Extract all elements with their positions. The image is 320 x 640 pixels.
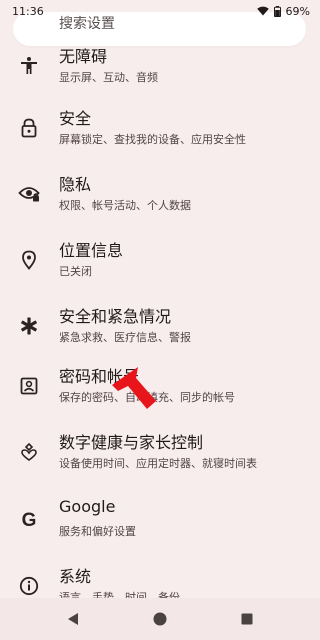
location-pin-icon (18, 249, 40, 271)
settings-item-security[interactable]: 安全 屏幕锁定、查找我的设备、应用安全性 (0, 98, 320, 158)
privacy-eye-icon (18, 183, 40, 205)
item-subtitle: 屏幕锁定、查找我的设备、应用安全性 (59, 133, 246, 146)
settings-item-digital-wellbeing[interactable]: 数字健康与家长控制 设备使用时间、应用定时器、就寝时间表 (0, 422, 320, 482)
item-title: 位置信息 (59, 241, 124, 260)
home-circle-icon[interactable] (151, 610, 169, 628)
settings-item-privacy[interactable]: 隐私 权限、帐号活动、个人数据 (0, 164, 320, 224)
item-title: 隐私 (59, 175, 92, 194)
item-subtitle: 设备使用时间、应用定时器、就寝时间表 (59, 457, 257, 470)
item-subtitle: 服务和偏好设置 (59, 525, 136, 538)
settings-item-safety-emergency[interactable]: 安全和紧急情况 紧急求救、医疗信息、警报 (0, 296, 320, 356)
recents-square-icon[interactable] (238, 610, 256, 628)
item-title: 数字健康与家长控制 (59, 433, 204, 452)
google-g-icon: G (21, 509, 37, 531)
red-arrow-pointer-icon (108, 363, 160, 419)
settings-item-google[interactable]: G Google 服务和偏好设置 (0, 490, 320, 550)
lock-icon (18, 117, 40, 139)
settings-item-passwords-accounts[interactable]: 密码和帐号 保存的密码、自动填充、同步的帐号 (0, 356, 320, 416)
item-title: 安全和紧急情况 (59, 307, 172, 326)
accessibility-icon (18, 55, 40, 77)
battery-percent: 69% (285, 4, 310, 18)
account-box-icon (18, 375, 40, 397)
item-title: 系统 (59, 567, 92, 586)
back-triangle-icon[interactable] (64, 610, 82, 628)
item-subtitle: 紧急求救、医疗信息、警报 (59, 331, 191, 344)
system-navigation-bar (0, 598, 320, 640)
emergency-asterisk-icon (18, 315, 40, 337)
item-title: Google (59, 497, 116, 516)
status-bar: 11:36 69% (0, 0, 320, 22)
item-title: 无障碍 (59, 47, 108, 66)
status-icons: 69% (256, 4, 310, 18)
item-subtitle: 权限、帐号活动、个人数据 (59, 199, 191, 212)
wellbeing-heart-icon (18, 441, 40, 463)
info-icon (18, 575, 40, 597)
wifi-icon (256, 6, 269, 16)
item-subtitle: 显示屏、互动、音频 (59, 71, 158, 84)
item-title: 安全 (59, 109, 92, 128)
status-time: 11:36 (12, 4, 44, 18)
item-subtitle: 已关闭 (59, 265, 92, 278)
battery-icon (273, 5, 281, 17)
settings-item-location[interactable]: 位置信息 已关闭 (0, 230, 320, 290)
